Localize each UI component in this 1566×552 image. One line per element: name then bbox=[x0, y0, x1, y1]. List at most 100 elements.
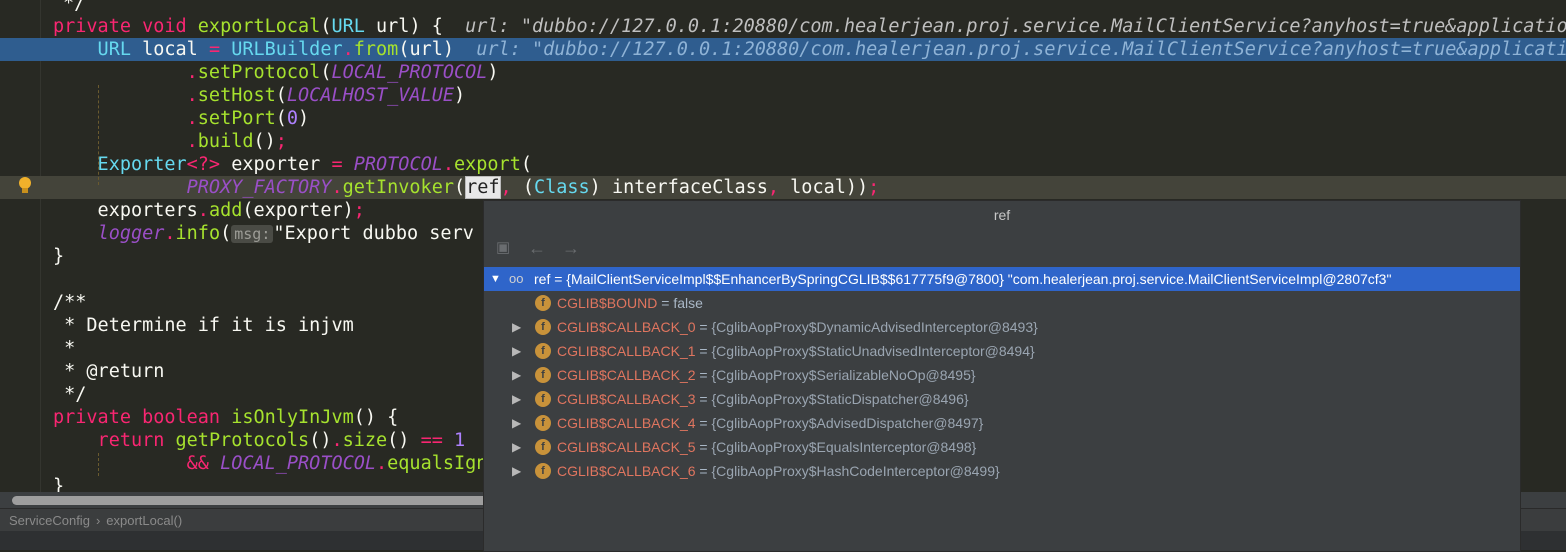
code-token: getInvoker bbox=[342, 177, 454, 198]
code-token: local bbox=[130, 39, 209, 60]
code-token: info bbox=[175, 223, 221, 244]
expand-arrow-icon[interactable]: ▶ bbox=[512, 435, 526, 459]
breadcrumb-class[interactable]: ServiceConfig bbox=[9, 513, 90, 528]
code-line[interactable]: Exporter<?> exporter = PROTOCOL.export( bbox=[0, 153, 1566, 176]
code-token: ) bbox=[487, 62, 499, 83]
code-line[interactable]: .build(); bbox=[0, 130, 1566, 153]
code-token: * bbox=[53, 338, 76, 359]
code-token: exporters bbox=[53, 200, 198, 221]
code-token: url: "dubbo://127.0.0.1:20880/com.healer… bbox=[465, 16, 1566, 37]
breadcrumb-method[interactable]: exportLocal() bbox=[106, 513, 182, 528]
tree-field-row[interactable]: ▶ f CGLIB$CALLBACK_0 = {CglibAopProxy$Dyna… bbox=[484, 315, 1520, 339]
expand-arrow-icon[interactable]: ▶ bbox=[512, 363, 526, 387]
field-value: {CglibAopProxy$StaticDispatcher@8496} bbox=[711, 391, 969, 407]
code-line[interactable]: .setHost(LOCALHOST_VALUE) bbox=[0, 84, 1566, 107]
field-equals: = bbox=[695, 463, 712, 479]
code-token: local)) bbox=[779, 177, 869, 198]
code-token: URL bbox=[331, 16, 365, 37]
code-token: PROXY_FACTORY bbox=[186, 177, 332, 198]
tree-field-row[interactable]: ▶ f CGLIB$CALLBACK_5 = {CglibAopProxy$Equa… bbox=[484, 435, 1520, 459]
code-token: logger bbox=[97, 223, 165, 244]
field-value: {CglibAopProxy$SerializableNoOp@8495} bbox=[711, 367, 976, 383]
code-token: } bbox=[53, 476, 65, 492]
code-token: ( bbox=[453, 177, 466, 198]
code-token: . bbox=[331, 177, 343, 198]
tree-field-row[interactable]: ▶ f CGLIB$CALLBACK_6 = {CglibAopProxy$Hash… bbox=[484, 459, 1520, 483]
code-token: ( bbox=[220, 223, 232, 244]
root-name: ref bbox=[534, 271, 551, 287]
code-line[interactable]: */ bbox=[0, 0, 1566, 15]
code-token: == bbox=[420, 430, 443, 451]
field-name: CGLIB$CALLBACK_3 bbox=[557, 391, 696, 407]
expand-arrow-icon[interactable]: ▶ bbox=[512, 339, 526, 363]
code-line[interactable]: PROXY_FACTORY.getInvoker(ref, (Class) in… bbox=[0, 176, 1566, 199]
tree-field-row[interactable]: ▶ f CGLIB$CALLBACK_4 = {CglibAopProxy$Advi… bbox=[484, 411, 1520, 435]
expand-arrow-icon[interactable]: ▶ bbox=[512, 315, 526, 339]
code-token: . bbox=[197, 200, 209, 221]
code-token: , bbox=[767, 177, 780, 198]
expand-arrow-icon[interactable]: ▶ bbox=[512, 411, 526, 435]
field-equals: = bbox=[695, 367, 712, 383]
forward-arrow-icon[interactable]: → bbox=[562, 239, 580, 257]
folder-tree-icon[interactable]: ▣ bbox=[496, 239, 514, 257]
lightbulb-icon[interactable] bbox=[17, 177, 33, 195]
code-line[interactable]: .setProtocol(LOCAL_PROTOCOL) bbox=[0, 61, 1566, 84]
code-token: */ bbox=[63, 0, 86, 14]
tree-field-row[interactable]: f CGLIB$BOUND = false bbox=[484, 291, 1520, 315]
field-value: {CglibAopProxy$HashCodeInterceptor@8499} bbox=[711, 463, 1000, 479]
code-token: size bbox=[342, 430, 388, 451]
field-icon: f bbox=[535, 463, 551, 479]
code-token: . bbox=[376, 453, 388, 474]
variables-tree: ▼ oo ref = {MailClientServiceImpl$$Enhan… bbox=[484, 267, 1520, 483]
code-token: ) interfaceClass bbox=[589, 177, 768, 198]
field-icon: f bbox=[535, 367, 551, 383]
field-equals: = bbox=[695, 391, 712, 407]
field-equals: = bbox=[695, 415, 712, 431]
code-token: isOnlyInJvm bbox=[231, 407, 354, 428]
field-value: {CglibAopProxy$AdvisedDispatcher@8497} bbox=[711, 415, 984, 431]
code-token: 0 bbox=[286, 108, 299, 129]
code-token: . bbox=[442, 154, 454, 175]
code-token: URLBuilder bbox=[220, 39, 343, 60]
code-token: exporter bbox=[220, 154, 332, 175]
field-equals: = bbox=[657, 295, 674, 311]
debug-value-popup[interactable]: ref ▣ ← → ▼ oo ref = {MailClientServiceI… bbox=[483, 200, 1521, 552]
code-token: LOCAL_PROTOCOL bbox=[220, 453, 377, 474]
code-token: ( bbox=[320, 16, 332, 37]
code-token: ( bbox=[275, 108, 287, 129]
code-line[interactable]: URL local = URLBuilder.from(url) url: "d… bbox=[0, 38, 1566, 61]
code-token: () bbox=[309, 430, 332, 451]
code-line[interactable]: private void exportLocal(URL url) { url:… bbox=[0, 15, 1566, 38]
code-line[interactable]: .setPort(0) bbox=[0, 107, 1566, 130]
code-token: ( bbox=[320, 62, 332, 83]
back-arrow-icon[interactable]: ← bbox=[528, 239, 546, 257]
tree-field-row[interactable]: ▶ f CGLIB$CALLBACK_3 = {CglibAopProxy$Stat… bbox=[484, 387, 1520, 411]
field-name: CGLIB$CALLBACK_5 bbox=[557, 439, 696, 455]
code-token: "Export dubbo serv bbox=[273, 223, 474, 244]
code-token: ref bbox=[465, 176, 501, 199]
field-name: CGLIB$BOUND bbox=[557, 295, 658, 311]
code-token: () bbox=[253, 131, 276, 152]
code-token: ; bbox=[353, 200, 365, 221]
code-token: getProtocols bbox=[175, 430, 310, 451]
code-token: LOCALHOST_VALUE bbox=[286, 85, 454, 106]
code-token: add bbox=[208, 200, 243, 221]
collapse-arrow-icon[interactable]: ▼ bbox=[490, 267, 504, 291]
code-token: , bbox=[500, 177, 512, 198]
tree-root-row[interactable]: ▼ oo ref = {MailClientServiceImpl$$Enhan… bbox=[484, 267, 1520, 291]
code-token: ; bbox=[275, 131, 287, 152]
tree-field-row[interactable]: ▶ f CGLIB$CALLBACK_1 = {CglibAopProxy$Stat… bbox=[484, 339, 1520, 363]
code-token: * @return bbox=[53, 361, 165, 382]
tree-field-row[interactable]: ▶ f CGLIB$CALLBACK_2 = {CglibAopProxy$Seri… bbox=[484, 363, 1520, 387]
code-token: Exporter bbox=[53, 154, 187, 175]
indent-guide bbox=[98, 85, 99, 185]
code-token: . bbox=[53, 62, 198, 83]
field-icon: f bbox=[535, 295, 551, 311]
expand-arrow-icon[interactable]: ▶ bbox=[512, 459, 526, 483]
code-token: private void bbox=[53, 16, 198, 37]
code-token: (url) bbox=[398, 39, 477, 60]
expand-arrow-icon[interactable]: ▶ bbox=[512, 387, 526, 411]
